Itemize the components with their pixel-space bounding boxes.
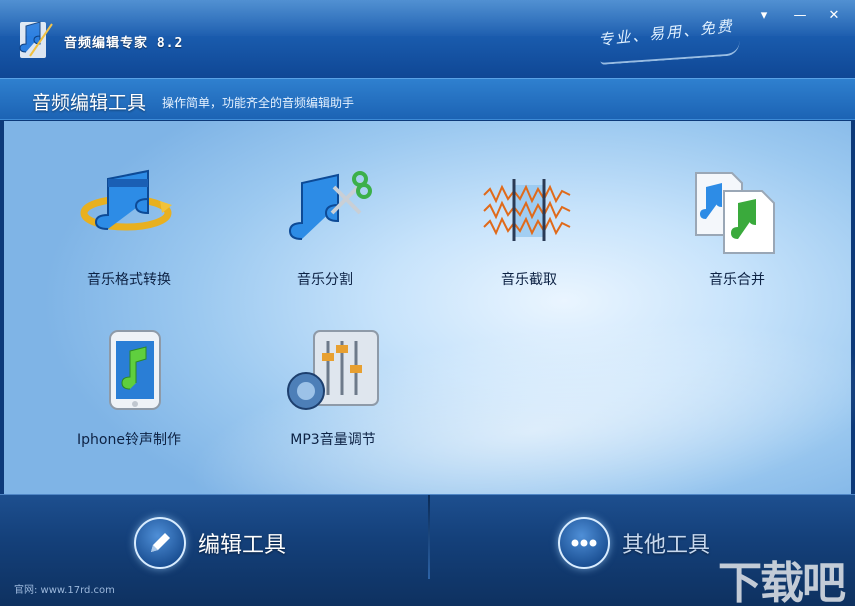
tool-music-clip[interactable]: 音乐截取 (444, 169, 604, 299)
bottom-nav: 编辑工具 其他工具 官网: www.17rd.com 下载吧 (0, 494, 855, 606)
other-tools-button[interactable]: 其他工具 (558, 515, 710, 571)
edit-tools-button[interactable]: 编辑工具 (134, 515, 286, 571)
tool-music-format-convert[interactable]: 音乐格式转换 (44, 169, 204, 299)
tool-label: 音乐格式转换 (87, 272, 171, 288)
section-title: 音频编辑工具 (32, 92, 147, 114)
app-logo-icon (19, 21, 53, 58)
close-button[interactable]: ✕ (822, 5, 846, 25)
waveform-clip-icon (483, 179, 571, 241)
pencil-icon (134, 517, 186, 569)
tool-label: Iphone铃声制作 (77, 432, 181, 448)
volume-mixer-icon (287, 330, 379, 410)
website-link[interactable]: 官网: www.17rd.com (14, 581, 115, 596)
tool-label: MP3音量调节 (290, 432, 376, 448)
more-dots-icon (558, 517, 610, 569)
music-scissors-icon (288, 171, 372, 240)
tool-label: 音乐分割 (297, 272, 353, 288)
title-bar: 音频编辑专家 8.2 专业、易用、免费 ▾ — ✕ (0, 0, 855, 78)
tools-panel: 音乐格式转换 音乐分割 音乐截取 音乐合并 Iphone铃声制作 MP3音量调节 (4, 121, 851, 494)
iphone-ringtone-icon (109, 330, 161, 410)
tool-mp3-volume[interactable]: MP3音量调节 (248, 329, 408, 459)
watermark-logo: 下载吧 (718, 558, 846, 606)
header-band: 音频编辑工具 操作简单，功能齐全的音频编辑助手 (0, 78, 855, 120)
tool-music-split[interactable]: 音乐分割 (240, 169, 400, 299)
other-tools-label: 其他工具 (622, 533, 711, 558)
music-files-merge-icon (695, 172, 775, 254)
menu-dropdown-button[interactable]: ▾ (752, 5, 776, 25)
music-convert-icon (80, 169, 172, 231)
edit-tools-label: 编辑工具 (198, 533, 287, 558)
tool-label: 音乐合并 (709, 272, 765, 288)
tool-music-merge[interactable]: 音乐合并 (652, 169, 812, 299)
tool-iphone-ringtone[interactable]: Iphone铃声制作 (44, 329, 204, 459)
tool-label: 音乐截取 (501, 272, 557, 288)
app-window: 音频编辑专家 8.2 专业、易用、免费 ▾ — ✕ 音频编辑工具 操作简单，功能… (0, 0, 855, 606)
nav-divider (428, 495, 430, 579)
minimize-button[interactable]: — (788, 5, 812, 25)
section-description: 操作简单，功能齐全的音频编辑助手 (162, 96, 355, 110)
app-title: 音频编辑专家 8.2 (64, 36, 184, 51)
